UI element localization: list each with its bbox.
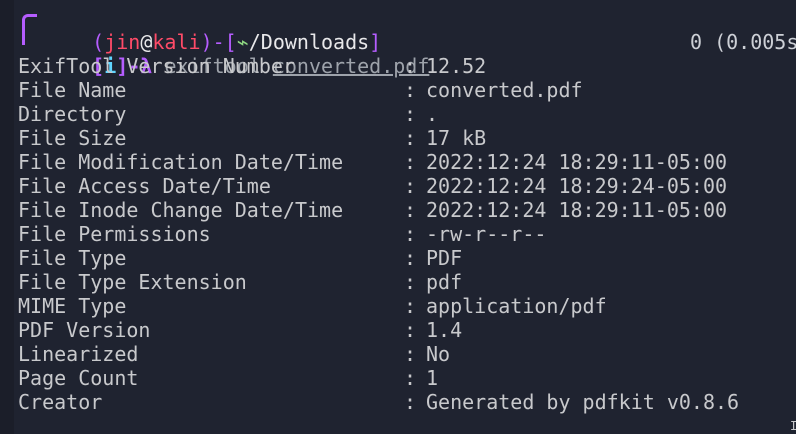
command-timing: 0 (0.005s: [690, 30, 796, 54]
output-key: Linearized: [18, 342, 139, 366]
output-row: File Name: converted.pdf: [0, 78, 796, 102]
output-key: Page Count: [18, 366, 139, 390]
terminal-window[interactable]: (jin@kali)-[⌁/Downloads] [i]-λ exiftool …: [0, 0, 796, 434]
prompt-line-2[interactable]: [i]-λ exiftool converted.pdf: [44, 30, 429, 78]
output-row: File Access Date/Time:2022:12:24 18:29:2…: [0, 174, 796, 198]
output-key: File Name: [18, 78, 127, 102]
output-key: Creator: [18, 390, 103, 414]
output-separator: :: [404, 126, 417, 150]
output-value: -rw-r--r--: [426, 222, 547, 246]
output-value: .: [426, 102, 439, 126]
output-row: Creator: Generated by pdfkit v0.8.6: [0, 390, 796, 414]
output-value: pdf: [426, 270, 463, 294]
output-separator: :: [404, 150, 417, 174]
output-key: Directory: [18, 102, 127, 126]
output-separator: :: [404, 366, 417, 390]
output-value: 1.4: [426, 318, 463, 342]
output-value: 2022:12:24 18:29:11-05:00: [426, 198, 728, 222]
output-key: PDF Version: [18, 318, 151, 342]
output-row: File Modification Date/Time:2022:12:24 1…: [0, 150, 796, 174]
output-separator: :: [404, 222, 417, 246]
output-row: PDF Version:1.4: [0, 318, 796, 342]
output-key: File Access Date/Time: [18, 174, 271, 198]
output-separator: :: [404, 78, 417, 102]
output-key: File Type: [18, 246, 127, 270]
output-key: File Modification Date/Time: [18, 150, 344, 174]
output-value: 12.52: [426, 54, 487, 78]
output-value: No: [426, 342, 451, 366]
output-separator: :: [404, 294, 417, 318]
output-value: PDF: [426, 246, 463, 270]
output-value: application/pdf: [426, 294, 607, 318]
output-value: Generated by pdfkit v0.8.6: [426, 390, 740, 414]
output-value: 2022:12:24 18:29:11-05:00: [426, 150, 728, 174]
output-separator: :: [404, 54, 417, 78]
output-key: File Inode Change Date/Time: [18, 198, 344, 222]
output-value: 2022:12:24 18:29:24-05:00: [426, 174, 728, 198]
text-cursor-icon: I: [790, 419, 796, 433]
output-key: File Size: [18, 126, 127, 150]
prompt-line-1: (jin@kali)-[⌁/Downloads]: [44, 6, 381, 54]
output-separator: :: [404, 246, 417, 270]
output-key: ExifTool Version Number: [18, 54, 295, 78]
output-value: 17 kB: [426, 126, 487, 150]
output-separator: :: [404, 318, 417, 342]
output-separator: :: [404, 174, 417, 198]
output-row: File Inode Change Date/Time:2022:12:24 1…: [0, 198, 796, 222]
output-key: MIME Type: [18, 294, 127, 318]
output-row: File Size:17 kB: [0, 126, 796, 150]
output-row: ExifTool Version Number:12.52: [0, 54, 796, 78]
output-separator: :: [404, 270, 417, 294]
output-row: File Type: PDF: [0, 246, 796, 270]
output-value: converted.pdf: [426, 78, 583, 102]
output-separator: :: [404, 198, 417, 222]
output-row: Page Count:1: [0, 366, 796, 390]
output-separator: :: [404, 102, 417, 126]
output-value: 1: [426, 366, 439, 390]
output-row: MIME Type: application/pdf: [0, 294, 796, 318]
output-row: Directory:.: [0, 102, 796, 126]
prompt-corner-line: [22, 14, 37, 45]
output-key: File Permissions: [18, 222, 211, 246]
output-row: File Type Extension: pdf: [0, 270, 796, 294]
output-row: File Permissions: -rw-r--r--: [0, 222, 796, 246]
output-separator: :: [404, 390, 417, 414]
output-separator: :: [404, 342, 417, 366]
output-row: Linearized: No: [0, 342, 796, 366]
output-key: File Type Extension: [18, 270, 247, 294]
